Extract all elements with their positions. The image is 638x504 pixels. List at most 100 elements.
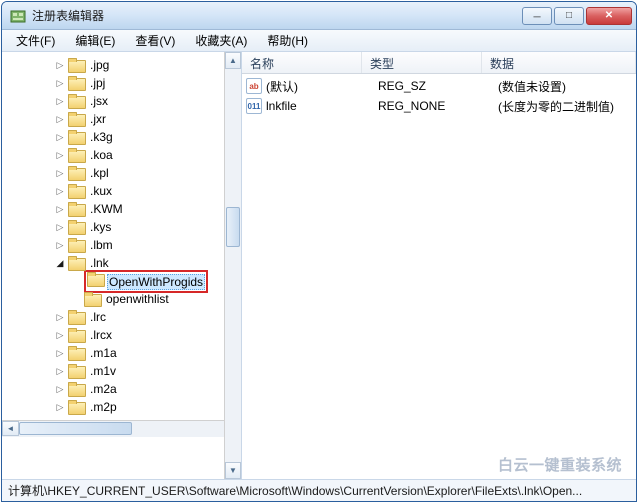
tree-item-label: .jpg (88, 56, 111, 74)
tree-pane: ▷.jpg▷.jpj▷.jsx▷.jxr▷.k3g▷.koa▷.kpl▷.kux… (2, 52, 242, 479)
expander-closed-icon[interactable]: ▷ (54, 221, 66, 233)
folder-icon (68, 256, 84, 270)
v-scroll-track[interactable] (225, 69, 241, 462)
tree-item[interactable]: ▷.KWM (6, 200, 241, 218)
menu-favorites[interactable]: 收藏夹(A) (185, 30, 257, 51)
h-scroll-thumb[interactable] (19, 422, 132, 435)
expander-closed-icon[interactable]: ▷ (54, 347, 66, 359)
expander-closed-icon[interactable]: ▷ (54, 149, 66, 161)
tree-h-scrollbar[interactable]: ◄ ► (2, 420, 241, 437)
tree-item-label: .m1a (88, 344, 119, 362)
tree-item[interactable]: ▷ .lbm (6, 236, 241, 254)
scroll-left-button[interactable]: ◄ (2, 421, 19, 436)
expander-closed-icon[interactable]: ▷ (54, 95, 66, 107)
tree-v-scrollbar[interactable]: ▲ ▼ (224, 52, 241, 479)
value-row[interactable]: 011lnkfileREG_NONE(长度为零的二进制值) (242, 96, 636, 116)
expander-closed-icon[interactable]: ▷ (54, 329, 66, 341)
v-scroll-thumb[interactable] (226, 207, 240, 247)
tree-item-label: .lrc (88, 308, 108, 326)
expander-closed-icon[interactable]: ▷ (54, 59, 66, 71)
tree-item[interactable]: ▷ .lrcx (6, 326, 241, 344)
scroll-down-button[interactable]: ▼ (225, 462, 241, 479)
tree-item-label: .kpl (88, 164, 111, 182)
expander-closed-icon[interactable]: ▷ (54, 203, 66, 215)
tree-item[interactable]: ▷.k3g (6, 128, 241, 146)
tree-item[interactable]: openwithlist (6, 290, 241, 308)
tree-item[interactable]: ▷ .lrc (6, 308, 241, 326)
tree-item[interactable]: ▷ .m1a (6, 344, 241, 362)
folder-icon (68, 220, 84, 234)
regedit-icon (10, 8, 26, 24)
tree-item[interactable]: ▷.jxr (6, 110, 241, 128)
tree-item-label: OpenWithProgids (107, 274, 205, 290)
value-name: lnkfile (266, 99, 378, 113)
menu-edit[interactable]: 编辑(E) (65, 30, 125, 51)
column-type[interactable]: 类型 (362, 52, 482, 73)
statusbar: 计算机 \HKEY_CURRENT_USER\Software\Microsof… (2, 479, 636, 501)
expander-closed-icon[interactable]: ▷ (54, 311, 66, 323)
registry-tree[interactable]: ▷.jpg▷.jpj▷.jsx▷.jxr▷.k3g▷.koa▷.kpl▷.kux… (2, 52, 241, 420)
tree-item[interactable]: ▷ .kpl (6, 164, 241, 182)
scroll-up-button[interactable]: ▲ (225, 52, 241, 69)
minimize-button[interactable] (522, 7, 552, 25)
tree-item-label: .lrcx (88, 326, 114, 344)
status-prefix: 计算机 (8, 482, 44, 499)
folder-icon (68, 364, 84, 378)
folder-icon (68, 382, 84, 396)
folder-icon (68, 130, 84, 144)
expander-closed-icon[interactable]: ▷ (54, 383, 66, 395)
list-header: 名称 类型 数据 (242, 52, 636, 74)
h-scroll-track[interactable] (19, 421, 224, 436)
app-window: 注册表编辑器 文件(F) 编辑(E) 查看(V) 收藏夹(A) 帮助(H) ▷.… (1, 1, 637, 502)
menu-help[interactable]: 帮助(H) (257, 30, 318, 51)
menu-file[interactable]: 文件(F) (6, 30, 65, 51)
tree-item[interactable]: OpenWithProgids (6, 272, 241, 290)
folder-icon (68, 148, 84, 162)
column-name[interactable]: 名称 (242, 52, 362, 73)
tree-item-label: .jpj (88, 74, 107, 92)
tree-item[interactable]: ▷.kys (6, 218, 241, 236)
folder-icon (68, 310, 84, 324)
expander-closed-icon[interactable]: ▷ (54, 131, 66, 143)
tree-item[interactable]: ▷ .jpg (6, 56, 241, 74)
tree-item[interactable]: ▷.m1v (6, 362, 241, 380)
expander-closed-icon[interactable]: ▷ (54, 401, 66, 413)
value-list[interactable]: ab(默认)REG_SZ(数值未设置)011lnkfileREG_NONE(长度… (242, 74, 636, 118)
tree-item-label: .m2a (88, 380, 119, 398)
tree-item-label: .m2p (88, 398, 119, 416)
folder-icon (68, 166, 84, 180)
tree-item[interactable]: ▷ .m2a (6, 380, 241, 398)
tree-item[interactable]: ▷ .m2p (6, 398, 241, 416)
titlebar[interactable]: 注册表编辑器 (2, 2, 636, 30)
value-row[interactable]: ab(默认)REG_SZ(数值未设置) (242, 76, 636, 96)
expander-closed-icon[interactable]: ▷ (54, 185, 66, 197)
value-data: (长度为零的二进制值) (498, 98, 636, 115)
tree-item[interactable]: ▷ .kux (6, 182, 241, 200)
folder-icon (68, 94, 84, 108)
menu-view[interactable]: 查看(V) (125, 30, 185, 51)
folder-icon (68, 202, 84, 216)
list-pane: 名称 类型 数据 ab(默认)REG_SZ(数值未设置)011lnkfileRE… (242, 52, 636, 479)
status-path: \HKEY_CURRENT_USER\Software\Microsoft\Wi… (44, 484, 582, 498)
folder-icon (68, 346, 84, 360)
tree-item-label: .lbm (88, 236, 115, 254)
tree-item-label: .jsx (88, 92, 110, 110)
expander-closed-icon[interactable]: ▷ (54, 239, 66, 251)
folder-icon (68, 400, 84, 414)
tree-item-label: openwithlist (104, 290, 171, 308)
tree-item[interactable]: ▷.koa (6, 146, 241, 164)
expander-closed-icon[interactable]: ▷ (54, 113, 66, 125)
expander-open-icon[interactable]: ◢ (54, 257, 66, 269)
folder-icon (87, 272, 103, 286)
maximize-button[interactable] (554, 7, 584, 25)
expander-closed-icon[interactable]: ▷ (54, 77, 66, 89)
expander-none (70, 275, 82, 287)
column-data[interactable]: 数据 (482, 52, 636, 73)
tree-item[interactable]: ▷ .jpj (6, 74, 241, 92)
expander-closed-icon[interactable]: ▷ (54, 167, 66, 179)
tree-item-label: .kux (88, 182, 114, 200)
tree-item[interactable]: ▷ .jsx (6, 92, 241, 110)
expander-closed-icon[interactable]: ▷ (54, 365, 66, 377)
value-name: (默认) (266, 78, 378, 95)
close-button[interactable] (586, 7, 632, 25)
